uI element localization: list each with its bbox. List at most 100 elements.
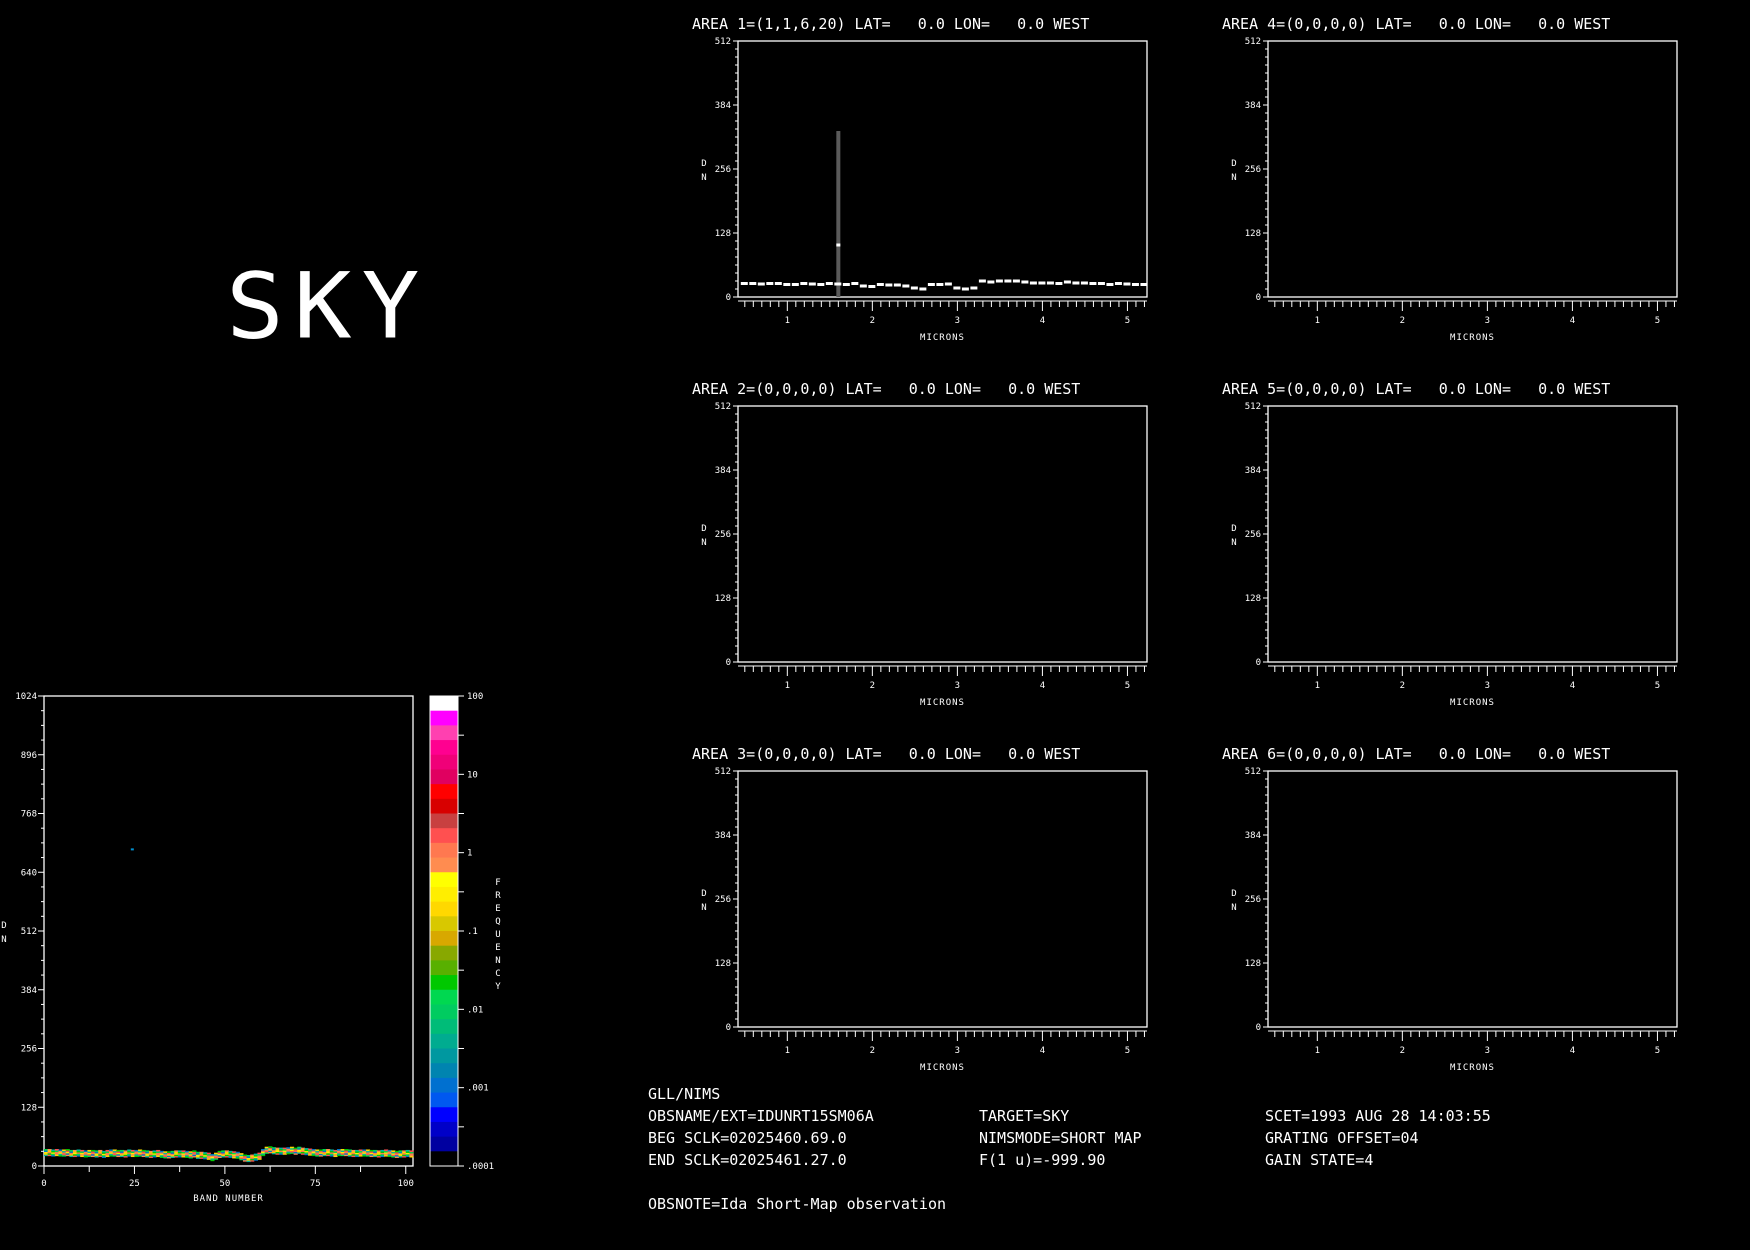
histogram-cell [239, 1158, 244, 1161]
histogram-cell [333, 1154, 338, 1156]
x-tick-label: 3 [1485, 1046, 1490, 1056]
histogram-cell [98, 1154, 103, 1156]
histogram-cell [365, 1152, 371, 1154]
colorbar-swatch [430, 828, 458, 844]
histogram-cell [326, 1151, 331, 1154]
histogram-cell [76, 1149, 81, 1152]
histogram-cell [221, 1155, 226, 1158]
histogram-cell [308, 1151, 313, 1153]
histogram-outlier-cell [130, 848, 134, 851]
histogram-cell [72, 1152, 78, 1155]
histogram-cell [347, 1152, 352, 1154]
histogram-cell [47, 1150, 52, 1152]
histogram-cell [72, 1151, 78, 1153]
x-tick-label: 75 [310, 1179, 321, 1189]
x-tick-label: 3 [955, 681, 960, 691]
colorbar-label-letter: R [495, 891, 501, 901]
colorbar-swatch [430, 1004, 458, 1020]
x-tick-label: 1 [785, 316, 790, 326]
histogram-cell [261, 1153, 266, 1155]
histogram-cell [192, 1153, 197, 1155]
histogram-cell [188, 1151, 193, 1153]
x-tick-label: 4 [1570, 1046, 1575, 1056]
histogram-cell [83, 1154, 88, 1157]
histogram-cell [300, 1150, 305, 1152]
histogram-cell [217, 1153, 222, 1156]
histogram-cell [311, 1149, 316, 1151]
plot-frame [1267, 405, 1678, 663]
histogram-cell [101, 1150, 106, 1153]
plot-frame [1267, 770, 1678, 1028]
histogram-cell [58, 1149, 63, 1152]
histogram-cell [268, 1147, 273, 1150]
colorbar-tick-label: .01 [467, 1005, 483, 1015]
histogram-cell [286, 1148, 291, 1151]
histogram-cell [203, 1153, 208, 1156]
histogram-cell [329, 1154, 334, 1157]
histogram-cell [333, 1149, 338, 1152]
histogram-cell [293, 1147, 298, 1150]
histogram-cell [365, 1154, 371, 1157]
target-title: SKY [226, 252, 430, 360]
spectrum-point [1089, 282, 1097, 285]
spectrum-point [1055, 282, 1063, 285]
histogram-cell [54, 1153, 59, 1155]
histogram-cell [192, 1150, 197, 1152]
histogram-cell [167, 1151, 172, 1153]
histogram-cell [264, 1149, 269, 1152]
colorbar-label-letter: Q [495, 917, 500, 927]
colorbar-tick-label: 1 [467, 849, 472, 859]
histogram-cell [199, 1153, 204, 1155]
histogram-cell [119, 1152, 125, 1155]
histogram-cell [373, 1151, 378, 1153]
histogram-cell [170, 1152, 175, 1154]
histogram-cell [402, 1150, 407, 1152]
histogram-cell [156, 1154, 161, 1156]
spectrum-point [1097, 282, 1105, 285]
histogram-frame [43, 695, 414, 1167]
histogram-cell [69, 1154, 74, 1156]
histogram-cell [239, 1157, 244, 1159]
histogram-cell [87, 1152, 92, 1155]
histogram-cell [391, 1151, 396, 1154]
marker-value-point [836, 243, 841, 247]
histogram-cell [98, 1151, 103, 1153]
x-tick-label: 2 [870, 1046, 875, 1056]
histogram-cell [44, 1154, 49, 1157]
y-tick-label: 512 [715, 402, 731, 412]
spectrum-point [1012, 279, 1020, 283]
histogram-cell [91, 1154, 96, 1156]
histogram-cell [369, 1151, 374, 1153]
spectrum-point [910, 286, 918, 290]
histogram-cell [308, 1154, 313, 1156]
histogram-cell [311, 1153, 316, 1155]
colorbar-swatch [430, 740, 458, 756]
histogram-cell [177, 1151, 182, 1154]
histogram-cell [394, 1150, 400, 1153]
histogram-cell [333, 1152, 338, 1155]
histogram-cell [409, 1154, 414, 1157]
histogram-cell [62, 1150, 67, 1153]
x-tick-label: 100 [398, 1179, 414, 1189]
colorbar-swatch [430, 1092, 458, 1108]
histogram-cell [239, 1153, 244, 1155]
grating-offset-label: GRATING OFFSET=04 [1265, 1129, 1419, 1147]
histogram-cell [217, 1150, 222, 1153]
histogram-cell [206, 1156, 211, 1159]
x-tick-label: 5 [1655, 316, 1660, 326]
histogram-cell [232, 1152, 237, 1155]
histogram-cell [134, 1151, 139, 1153]
spectrum-point [1106, 283, 1114, 286]
histogram-cell [286, 1151, 291, 1153]
histogram-cell [405, 1152, 410, 1155]
histogram-cell [369, 1149, 374, 1152]
histogram-cell [141, 1154, 146, 1156]
histogram-cell [286, 1152, 291, 1155]
histogram-cell [145, 1155, 150, 1158]
histogram-cell [282, 1153, 287, 1155]
histogram-cell [282, 1147, 287, 1150]
x-tick-label: 3 [1485, 681, 1490, 691]
histogram-cell [174, 1155, 179, 1158]
y-tick-label: 128 [715, 959, 731, 969]
histogram-cell [72, 1149, 78, 1152]
